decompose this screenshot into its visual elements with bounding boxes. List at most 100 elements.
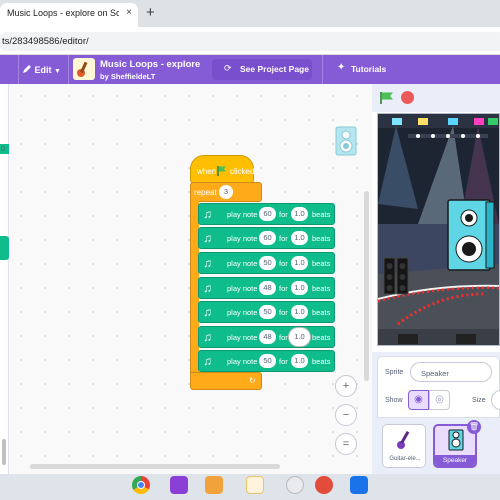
palette-block-fragment[interactable]: [0, 236, 9, 260]
when-flag-clicked-block[interactable]: when clicked: [190, 155, 254, 183]
play-note-block[interactable]: ♫ play note 50 for 1.0 beats: [198, 301, 335, 323]
play-note-block[interactable]: ♫ play note 50 for 1.0 beats: [198, 252, 335, 274]
beats-input[interactable]: 1.0: [291, 207, 308, 221]
beats-label: beats: [312, 284, 331, 293]
workspace-horizontal-scrollbar[interactable]: [30, 464, 280, 469]
for-label: for: [279, 308, 288, 317]
lightbulb-icon: ✦: [337, 62, 346, 73]
note-input[interactable]: 50: [259, 354, 276, 368]
beats-input[interactable]: 1.0: [291, 231, 308, 245]
chevron-down-icon: ▼: [54, 68, 61, 75]
guitar-thumbnail-icon: [77, 61, 88, 77]
url-field[interactable]: ts/283498586/editor/: [0, 32, 500, 51]
hat-when-label: when: [197, 167, 217, 176]
play-note-block[interactable]: ♫ play note 60 for 1.0 beats: [198, 203, 335, 225]
beats-input[interactable]: 1.0: [291, 330, 308, 344]
repeat-label: repeat: [194, 188, 217, 197]
show-hidden-eye-icon[interactable]: ◎: [429, 390, 450, 410]
zoom-out-button[interactable]: −: [335, 404, 357, 426]
for-label: for: [279, 333, 288, 342]
selected-sprite-label-bg: Speaker: [435, 455, 475, 466]
play-note-block[interactable]: ♫ play note 60 for 1.0 beats: [198, 227, 335, 249]
music-note-icon: ♫: [203, 256, 212, 270]
menu-divider: [68, 55, 69, 84]
sprite-info-panel: Sprite Speaker Show ◉ ◎ Size: [377, 356, 500, 418]
chrome-icon[interactable]: [132, 476, 150, 494]
green-flag-icon[interactable]: [379, 91, 395, 105]
sprite-name-input[interactable]: Speaker: [410, 362, 492, 382]
music-note-icon: ♫: [203, 305, 212, 319]
music-note-icon: ♫: [203, 330, 212, 344]
for-label: for: [279, 357, 288, 366]
show-visible-eye-icon[interactable]: ◉: [408, 390, 429, 410]
workspace-sprite-indicator: [334, 126, 358, 156]
browser-tab[interactable]: Music Loops - explore on Scratch ×: [0, 3, 138, 27]
play-note-block[interactable]: ♫ play note 48 for 1.0 beats: [198, 326, 335, 348]
size-label: Size: [472, 397, 486, 404]
beats-label: beats: [312, 357, 331, 366]
menu-divider: [322, 55, 323, 84]
play-note-label: play note: [227, 333, 258, 342]
workspace-vertical-scrollbar[interactable]: [364, 191, 369, 381]
concert-stage-backdrop: [378, 114, 499, 345]
note-input[interactable]: 48: [259, 281, 276, 295]
note-input[interactable]: 48: [259, 330, 276, 344]
shelf-app-icon[interactable]: [286, 476, 304, 494]
edit-menu-label: Edit: [34, 65, 52, 75]
sprite-thumbnail-speaker-selected[interactable]: Speaker 🗑: [433, 420, 481, 468]
for-label: for: [279, 284, 288, 293]
loop-arrow-icon: ↻: [249, 376, 256, 385]
beats-input[interactable]: 1.0: [291, 354, 308, 368]
address-bar: ts/283498586/editor/: [0, 27, 500, 55]
play-note-label: play note: [227, 357, 258, 366]
note-input[interactable]: 60: [259, 207, 276, 221]
close-tab-icon[interactable]: ×: [126, 7, 132, 18]
play-note-block[interactable]: ♫ play note 48 for 1.0 beats: [198, 277, 335, 299]
music-note-icon: ♫: [203, 281, 212, 295]
stage-header: [372, 84, 500, 112]
play-note-label: play note: [227, 259, 258, 268]
hat-clicked-label: clicked: [230, 167, 255, 176]
palette-scrollbar[interactable]: [2, 439, 6, 465]
beats-label: beats: [312, 308, 331, 317]
play-note-block[interactable]: ♫ play note 50 for 1.0 beats: [198, 350, 335, 372]
edit-menu[interactable]: Edit ▼: [22, 64, 61, 75]
stop-icon[interactable]: [401, 91, 414, 104]
zoom-reset-button[interactable]: =: [335, 433, 357, 455]
repeat-block[interactable]: repeat 3: [190, 182, 262, 202]
stage-canvas[interactable]: [377, 113, 500, 346]
block-palette-edge: 0: [0, 84, 9, 474]
scratch-cat-app-icon[interactable]: [205, 476, 223, 494]
beats-label: beats: [312, 259, 331, 268]
sprite-thumbnail-guitar[interactable]: Guitar-ele...: [382, 424, 426, 468]
note-input[interactable]: 60: [259, 231, 276, 245]
for-label: for: [279, 259, 288, 268]
zoom-out-icon: −: [342, 409, 350, 421]
beats-input[interactable]: 1.0: [291, 256, 308, 270]
zoom-in-button[interactable]: +: [335, 375, 357, 397]
notes-app-icon[interactable]: [246, 476, 264, 494]
folder-app-icon[interactable]: [170, 476, 188, 494]
project-author[interactable]: by SheffieldeLT: [100, 72, 155, 81]
beats-input[interactable]: 1.0: [291, 305, 308, 319]
delete-sprite-trash-icon[interactable]: 🗑: [467, 420, 481, 434]
zoom-reset-icon: =: [342, 438, 350, 450]
speaker-icon: [448, 429, 464, 451]
note-input[interactable]: 50: [259, 256, 276, 270]
note-input[interactable]: 50: [259, 305, 276, 319]
paint-palette-icon[interactable]: [315, 476, 333, 494]
see-project-page-icon: ⟳: [224, 63, 232, 73]
beats-input[interactable]: 1.0: [291, 281, 308, 295]
new-tab-icon[interactable]: +: [146, 4, 155, 21]
repeat-count-input[interactable]: 3: [219, 185, 233, 199]
beats-label: beats: [312, 333, 331, 342]
beats-label: beats: [312, 234, 331, 243]
size-input[interactable]: [491, 390, 500, 410]
project-title[interactable]: Music Loops - explore: [100, 59, 200, 70]
see-project-page-button[interactable]: ⟳ See Project Page: [212, 59, 312, 80]
sprite-name: Speaker: [442, 457, 468, 464]
menu-divider: [18, 55, 19, 84]
classroom-app-icon[interactable]: [350, 476, 368, 494]
music-note-icon: ♫: [203, 207, 212, 221]
tutorials-button[interactable]: Tutorials: [351, 64, 386, 74]
